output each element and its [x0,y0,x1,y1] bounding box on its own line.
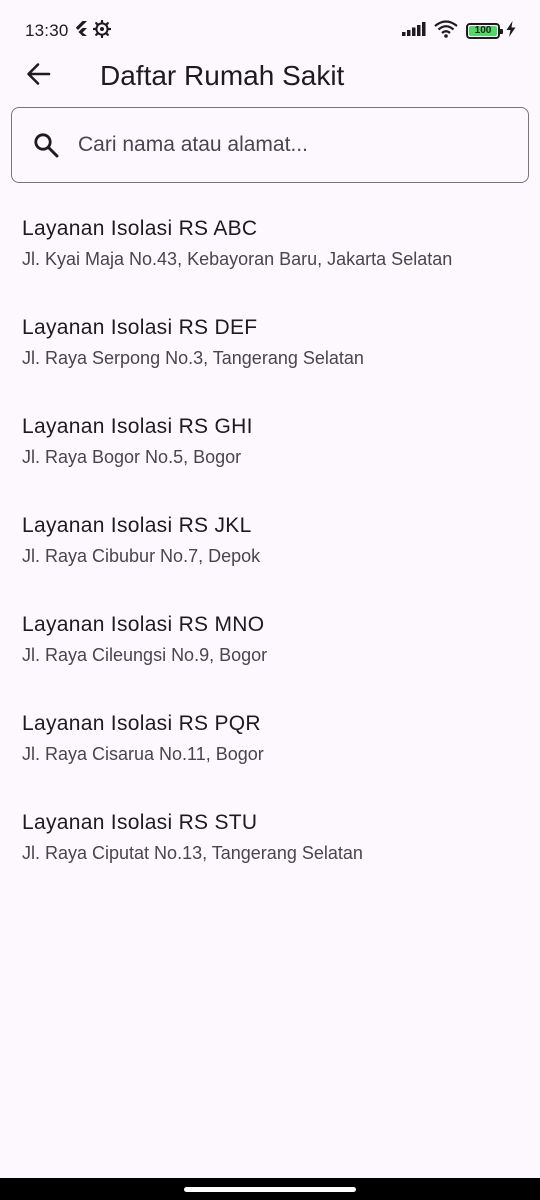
arrow-back-icon [25,61,51,92]
signal-icon [402,21,426,41]
battery-level: 100 [469,26,497,36]
search-box[interactable] [11,107,529,183]
status-time: 13:30 [25,21,69,40]
hospital-name: Layanan Isolasi RS DEF [22,316,258,339]
search-icon [32,131,60,159]
charging-icon [506,20,516,42]
search-input[interactable] [78,133,478,157]
list-item[interactable]: Layanan Isolasi RS MNO Jl. Raya Cileungs… [0,594,540,693]
back-button[interactable] [14,52,62,100]
hospital-address: Jl. Kyai Maja No.43, Kebayoran Baru, Jak… [22,249,453,269]
hospital-address: Jl. Raya Bogor No.5, Bogor [22,447,242,467]
hospital-name: Layanan Isolasi RS GHI [22,415,253,438]
battery-icon: 100 [466,23,503,39]
home-indicator[interactable] [184,1186,356,1192]
wifi-icon [434,19,458,43]
hospital-name: Layanan Isolasi RS MNO [22,613,265,636]
hospital-address: Jl. Raya Cibubur No.7, Depok [22,546,261,566]
list-item[interactable]: Layanan Isolasi RS PQR Jl. Raya Cisarua … [0,693,540,792]
status-left: 13:30 [25,19,111,43]
list-item[interactable]: Layanan Isolasi RS GHI Jl. Raya Bogor No… [0,396,540,495]
list-item[interactable]: Layanan Isolasi RS DEF Jl. Raya Serpong … [0,297,540,396]
hospital-list: Layanan Isolasi RS ABC Jl. Kyai Maja No.… [0,198,540,891]
hospital-name: Layanan Isolasi RS STU [22,811,258,834]
hospital-address: Jl. Raya Cisarua No.11, Bogor [22,744,264,764]
app-bar: Daftar Rumah Sakit [0,48,540,104]
page-title: Daftar Rumah Sakit [100,60,345,91]
flutter-icon [75,21,87,41]
list-item[interactable]: Layanan Isolasi RS STU Jl. Raya Ciputat … [0,792,540,891]
hospital-name: Layanan Isolasi RS ABC [22,217,258,240]
hospital-address: Jl. Raya Serpong No.3, Tangerang Selatan [22,348,364,368]
status-right: 100 [402,19,516,43]
system-nav-bar [0,1178,540,1200]
list-item[interactable]: Layanan Isolasi RS JKL Jl. Raya Cibubur … [0,495,540,594]
hospital-name: Layanan Isolasi RS PQR [22,712,261,735]
list-item[interactable]: Layanan Isolasi RS ABC Jl. Kyai Maja No.… [0,198,540,297]
hospital-address: Jl. Raya Ciputat No.13, Tangerang Selata… [22,843,363,863]
settings-gear-icon [92,19,111,43]
hospital-name: Layanan Isolasi RS JKL [22,514,252,537]
hospital-address: Jl. Raya Cileungsi No.9, Bogor [22,645,268,665]
